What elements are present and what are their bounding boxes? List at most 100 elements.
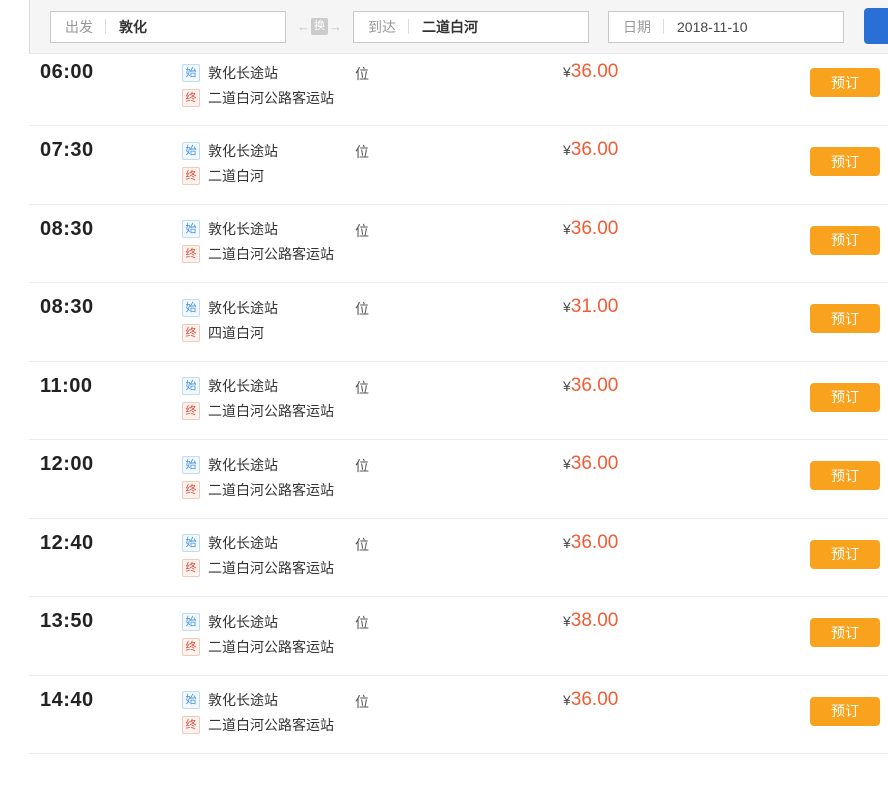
origin-line: 始 敦化长途站	[182, 452, 334, 477]
currency-symbol: ¥	[563, 64, 571, 80]
book-button[interactable]: 预订	[810, 540, 880, 569]
destination-station: 二道白河公路客运站	[208, 244, 334, 264]
currency-symbol: ¥	[563, 456, 571, 472]
schedule-list: 06:00 始 敦化长途站 终 二道白河公路客运站 位 ¥36.00 预订 07…	[29, 54, 888, 754]
book-button[interactable]: 预订	[810, 383, 880, 412]
book-button[interactable]: 预订	[810, 697, 880, 726]
origin-badge-icon: 始	[182, 613, 200, 631]
origin-line: 始 敦化长途站	[182, 688, 334, 713]
destination-badge-icon: 终	[182, 89, 200, 107]
price-amount: 36.00	[571, 453, 619, 474]
book-button[interactable]: 预订	[810, 147, 880, 176]
schedule-row: 14:40 始 敦化长途站 终 二道白河公路客运站 位 ¥36.00 预订	[29, 676, 888, 755]
destination-station: 二道白河公路客运站	[208, 558, 334, 578]
departure-time: 12:00	[40, 453, 94, 476]
origin-line: 始 敦化长途站	[182, 374, 334, 399]
destination-badge-icon: 终	[182, 716, 200, 734]
arrive-value: 二道白河	[422, 17, 478, 37]
origin-badge-icon: 始	[182, 691, 200, 709]
price-amount: 31.00	[571, 296, 619, 317]
seat-type: 位	[355, 142, 369, 162]
seat-type: 位	[355, 613, 369, 633]
book-button[interactable]: 预订	[810, 461, 880, 490]
currency-symbol: ¥	[563, 142, 571, 158]
book-button[interactable]: 预订	[810, 68, 880, 97]
schedule-row: 12:40 始 敦化长途站 终 二道白河公路客运站 位 ¥36.00 预订	[29, 519, 888, 598]
departure-time: 06:00	[40, 61, 94, 84]
origin-line: 始 敦化长途站	[182, 531, 334, 556]
currency-symbol: ¥	[563, 692, 571, 708]
field-divider	[408, 19, 409, 34]
depart-value: 敦化	[119, 17, 147, 37]
schedule-row: 12:00 始 敦化长途站 终 二道白河公路客运站 位 ¥36.00 预订	[29, 440, 888, 519]
destination-badge-icon: 终	[182, 167, 200, 185]
price: ¥36.00	[563, 689, 618, 711]
stations: 始 敦化长途站 终 二道白河	[182, 138, 278, 188]
seat-type: 位	[355, 64, 369, 84]
date-value: 2018-11-10	[677, 19, 748, 35]
seat-type: 位	[355, 535, 369, 555]
origin-line: 始 敦化长途站	[182, 60, 334, 85]
price-amount: 36.00	[571, 375, 619, 396]
price: ¥36.00	[563, 218, 618, 240]
destination-badge-icon: 终	[182, 559, 200, 577]
depart-field[interactable]: 出发 敦化	[50, 11, 286, 43]
origin-station: 敦化长途站	[208, 690, 278, 710]
destination-line: 终 二道白河公路客运站	[182, 85, 334, 110]
stations: 始 敦化长途站 终 四道白河	[182, 295, 278, 345]
stations: 始 敦化长途站 终 二道白河公路客运站	[182, 452, 334, 502]
origin-station: 敦化长途站	[208, 455, 278, 475]
currency-symbol: ¥	[563, 299, 571, 315]
schedule-row: 11:00 始 敦化长途站 终 二道白河公路客运站 位 ¥36.00 预订	[29, 362, 888, 441]
price-amount: 36.00	[571, 532, 619, 553]
field-divider	[663, 19, 664, 34]
origin-badge-icon: 始	[182, 377, 200, 395]
origin-line: 始 敦化长途站	[182, 138, 278, 163]
destination-station: 二道白河公路客运站	[208, 715, 334, 735]
destination-station: 四道白河	[208, 323, 264, 343]
date-field[interactable]: 日期 2018-11-10	[608, 11, 844, 43]
price: ¥36.00	[563, 453, 618, 475]
origin-station: 敦化长途站	[208, 376, 278, 396]
price: ¥36.00	[563, 532, 618, 554]
destination-line: 终 二道白河公路客运站	[182, 477, 334, 502]
price: ¥38.00	[563, 610, 618, 632]
seat-type: 位	[355, 456, 369, 476]
price-amount: 36.00	[571, 139, 619, 160]
date-label: 日期	[623, 17, 651, 37]
arrow-left-icon: ←	[297, 20, 310, 33]
destination-badge-icon: 终	[182, 245, 200, 263]
schedule-row: 13:50 始 敦化长途站 终 二道白河公路客运站 位 ¥38.00 预订	[29, 597, 888, 676]
book-button[interactable]: 预订	[810, 226, 880, 255]
stations: 始 敦化长途站 终 二道白河公路客运站	[182, 217, 334, 267]
destination-line: 终 二道白河公路客运站	[182, 556, 334, 581]
currency-symbol: ¥	[563, 535, 571, 551]
seat-type: 位	[355, 221, 369, 241]
stations: 始 敦化长途站 终 二道白河公路客运站	[182, 609, 334, 659]
stations: 始 敦化长途站 终 二道白河公路客运站	[182, 531, 334, 581]
destination-line: 终 二道白河公路客运站	[182, 399, 334, 424]
origin-badge-icon: 始	[182, 456, 200, 474]
destination-badge-icon: 终	[182, 638, 200, 656]
destination-badge-icon: 终	[182, 402, 200, 420]
destination-line: 终 四道白河	[182, 320, 278, 345]
destination-line: 终 二道白河公路客运站	[182, 242, 334, 267]
schedule-row: 07:30 始 敦化长途站 终 二道白河 位 ¥36.00 预订	[29, 126, 888, 205]
currency-symbol: ¥	[563, 613, 571, 629]
depart-label: 出发	[65, 17, 93, 37]
arrive-field[interactable]: 到达 二道白河	[353, 11, 589, 43]
destination-line: 终 二道白河公路客运站	[182, 713, 334, 738]
origin-station: 敦化长途站	[208, 141, 278, 161]
destination-line: 终 二道白河公路客运站	[182, 634, 334, 659]
book-button[interactable]: 预订	[810, 618, 880, 647]
origin-badge-icon: 始	[182, 299, 200, 317]
destination-line: 终 二道白河	[182, 163, 278, 188]
schedule-row: 06:00 始 敦化长途站 终 二道白河公路客运站 位 ¥36.00 预订	[29, 54, 888, 126]
departure-time: 11:00	[40, 375, 93, 398]
seat-type: 位	[355, 692, 369, 712]
origin-line: 始 敦化长途站	[182, 217, 334, 242]
search-button[interactable]	[864, 8, 888, 44]
swap-stations-button[interactable]: ← 换 →	[297, 18, 342, 35]
schedule-row: 08:30 始 敦化长途站 终 四道白河 位 ¥31.00 预订	[29, 283, 888, 362]
book-button[interactable]: 预订	[810, 304, 880, 333]
